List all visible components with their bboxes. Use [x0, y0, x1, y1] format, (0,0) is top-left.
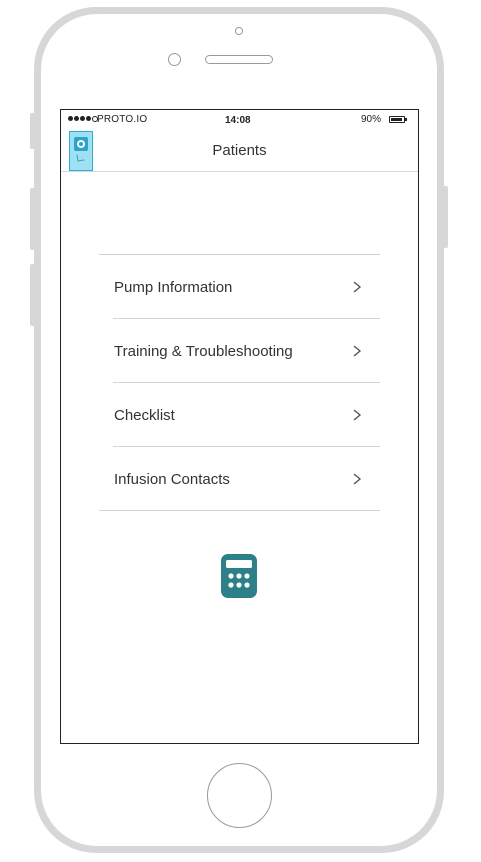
menu-item-infusion-contacts[interactable]: Infusion Contacts [99, 447, 380, 511]
chevron-right-icon [353, 409, 362, 421]
divider [99, 510, 380, 511]
menu-item-checklist[interactable]: Checklist [99, 383, 380, 447]
proximity-sensor [168, 53, 181, 66]
patients-menu: Pump Information Training & Troubleshoot… [99, 254, 380, 511]
front-camera [235, 27, 243, 35]
battery-icon [389, 116, 405, 123]
menu-item-label: Training & Troubleshooting [114, 343, 293, 360]
status-time: 14:08 [225, 115, 251, 126]
battery-fill [391, 118, 402, 121]
battery-percent: 90% [361, 114, 382, 125]
phone-screen: PROTO.IO 14:08 90% Patients Pump Informa… [60, 109, 419, 744]
navigation-bar: Patients [61, 130, 418, 172]
menu-item-label: Checklist [114, 407, 175, 424]
carrier-name: PROTO.IO [97, 114, 148, 125]
calculator-icon[interactable] [220, 553, 258, 599]
chevron-right-icon [353, 345, 362, 357]
signal-strength-icon [68, 116, 98, 122]
page-title: Patients [212, 142, 267, 159]
menu-item-training-troubleshooting[interactable]: Training & Troubleshooting [99, 319, 380, 383]
battery-nub [405, 118, 407, 121]
status-bar: PROTO.IO 14:08 90% [61, 110, 418, 130]
chevron-right-icon [353, 281, 362, 293]
menu-item-label: Infusion Contacts [114, 471, 230, 488]
chevron-right-icon [353, 473, 362, 485]
device-mockup: PROTO.IO 14:08 90% Patients Pump Informa… [0, 0, 481, 862]
menu-item-pump-information[interactable]: Pump Information [99, 255, 380, 319]
menu-item-label: Pump Information [114, 279, 233, 296]
home-button[interactable] [207, 763, 272, 828]
earpiece-speaker [205, 55, 273, 64]
